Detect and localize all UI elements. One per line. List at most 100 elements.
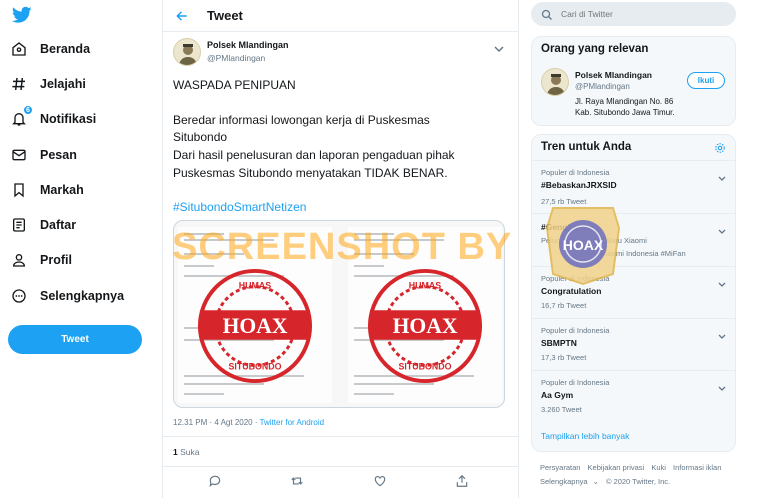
nav-label: Pesan	[40, 148, 77, 162]
hashtag-icon	[10, 75, 28, 93]
footer-link[interactable]: Kuki	[651, 463, 666, 472]
tweet-meta: 12.31 PM · 4 Agt 2020 · Twitter for Andr…	[173, 418, 324, 427]
trend-name: Aa Gym	[541, 390, 574, 400]
nav-item-beranda[interactable]: Beranda	[10, 35, 90, 63]
footer-link[interactable]: Informasi iklan	[673, 463, 721, 472]
gear-icon[interactable]	[714, 141, 726, 153]
trend-context: Populer di Indonesia	[541, 168, 610, 177]
compose-tweet-button[interactable]: Tweet	[8, 325, 142, 354]
twitter-logo-icon[interactable]	[11, 6, 32, 24]
svg-text:HOAX: HOAX	[393, 314, 458, 338]
tweet-line: Beredar informasi lowongan kerja di Pusk…	[173, 113, 430, 127]
likes-count: 1	[173, 447, 178, 457]
hoax-stamp: HOAX HUMAS SITUBONDO	[367, 268, 483, 384]
right-sidebar: Orang yang relevan Polsek Mlandingan @PM…	[519, 0, 768, 498]
nav-item-selengkapnya[interactable]: Selengkapnya	[10, 282, 124, 310]
nav-label: Markah	[40, 183, 84, 197]
nav-item-pesan[interactable]: Pesan	[10, 141, 77, 169]
hoax-stamp: HOAX HUMAS SITUBONDO	[197, 268, 313, 384]
chevron-down-icon[interactable]	[494, 40, 504, 53]
notification-badge: 6	[23, 105, 33, 115]
show-more-trends-link[interactable]: Tampilkan lebih banyak	[541, 431, 629, 441]
trends-title: Tren untuk Anda	[541, 141, 632, 153]
bell-icon: 6	[10, 105, 33, 128]
page-title: Tweet	[207, 8, 243, 23]
trend-count: 17,3 rb Tweet	[541, 353, 587, 362]
home-icon	[10, 40, 28, 58]
tweet-line: Dari hasil penelusuran dan laporan penga…	[173, 148, 455, 162]
trend-description: Peluncuran Ponsel Baru Xiaomi	[541, 236, 647, 245]
trend-item[interactable]: #Gengjagoan Peluncuran Ponsel Baru Xiaom…	[531, 213, 736, 266]
nav-label: Profil	[40, 253, 72, 267]
author-avatar[interactable]	[173, 38, 201, 66]
search-icon	[541, 8, 553, 20]
search-bar[interactable]	[531, 2, 736, 26]
trend-context: Populer di Indonesia	[541, 326, 610, 335]
hashtag-link[interactable]: #SitubondoSmartNetizen	[173, 198, 503, 216]
reply-icon[interactable]	[208, 474, 222, 488]
bookmark-icon	[10, 181, 28, 199]
trend-name: SBMPTN	[541, 338, 577, 348]
trend-name: #BebaskanJRXSID	[541, 180, 617, 190]
relevant-avatar[interactable]	[541, 68, 569, 96]
center-header: Tweet	[163, 0, 518, 32]
footer-more: Selengkapnya ⌄ © 2020 Twitter, Inc.	[540, 477, 675, 486]
relevant-people-title: Orang yang relevan	[541, 43, 649, 55]
nav-item-jelajahi[interactable]: Jelajahi	[10, 70, 86, 98]
tweet-line: Situbondo	[173, 130, 228, 144]
nav-item-markah[interactable]: Markah	[10, 176, 84, 204]
search-input[interactable]	[561, 9, 721, 19]
footer-link[interactable]: Kebijakan privasi	[588, 463, 645, 472]
nav-item-notifikasi[interactable]: 6 Notifikasi	[10, 105, 96, 133]
retweet-icon[interactable]	[290, 474, 304, 488]
trend-item[interactable]: Populer di Indonesia #BebaskanJRXSID 27,…	[531, 160, 736, 213]
like-heart-icon[interactable]	[373, 474, 387, 488]
trend-context: Populer di Indonesia	[541, 378, 610, 387]
trend-count: 16,7 rb Tweet	[541, 301, 587, 310]
relevant-handle[interactable]: @PMlandingan	[575, 82, 630, 91]
svg-text:SITUBONDO: SITUBONDO	[398, 361, 451, 371]
footer-link[interactable]: Persyaratan	[540, 463, 580, 472]
tweet-media[interactable]: HOAX HUMAS SITUBONDO HOAX HUMAS SITUBOND…	[173, 220, 505, 408]
relevant-name[interactable]: Polsek Mlandingan	[575, 70, 652, 80]
nav-label: Selengkapnya	[40, 289, 125, 303]
nav-item-daftar[interactable]: Daftar	[10, 211, 76, 239]
nav-label: Jelajahi	[40, 77, 86, 91]
copyright: © 2020 Twitter, Inc.	[605, 477, 671, 486]
author-handle[interactable]: @PMlandingan	[207, 53, 265, 63]
footer-more-link[interactable]: Selengkapnya	[540, 477, 588, 486]
tweet-source-link[interactable]: Twitter for Android	[260, 418, 324, 427]
trend-name: Congratulation	[541, 286, 602, 296]
back-arrow-icon[interactable]	[173, 7, 191, 25]
trend-item[interactable]: Populer di Indonesia SBMPTN 17,3 rb Twee…	[531, 318, 736, 370]
chevron-down-icon[interactable]	[718, 222, 726, 234]
hoax-document-image: HOAX HUMAS SITUBONDO	[178, 227, 332, 403]
nav-label: Notifikasi	[40, 112, 97, 126]
chevron-down-icon[interactable]	[718, 327, 726, 339]
trend-item[interactable]: Populer di Indonesia Congratulation 16,7…	[531, 266, 736, 318]
svg-text:SITUBONDO: SITUBONDO	[228, 361, 281, 371]
nav-item-profil[interactable]: Profil	[10, 246, 72, 274]
likes-summary[interactable]: 1 Suka	[173, 447, 199, 457]
author-name[interactable]: Polsek Mlandingan	[207, 40, 289, 50]
trend-count: 3.260 Tweet	[541, 405, 582, 414]
tweet-line: Puskesmas Situbondo menyatakan TIDAK BEN…	[173, 166, 448, 180]
share-icon[interactable]	[455, 474, 469, 488]
trend-item[interactable]: Populer di Indonesia Aa Gym 3.260 Tweet	[531, 370, 736, 422]
nav-label: Daftar	[40, 218, 77, 232]
chevron-down-icon[interactable]	[718, 169, 726, 181]
follow-button[interactable]: Ikuti	[687, 72, 725, 89]
more-icon	[10, 287, 28, 305]
svg-text:HOAX: HOAX	[223, 314, 288, 338]
tweet-detail-column: Tweet Polsek Mlandingan @PMlandingan WAS…	[162, 0, 519, 498]
tweet-timestamp[interactable]: 12.31 PM · 4 Agt 2020 ·	[173, 418, 258, 427]
likes-label: Suka	[180, 447, 200, 457]
person-icon	[10, 251, 28, 269]
divider	[163, 466, 518, 467]
chevron-down-icon[interactable]	[718, 275, 726, 287]
chevron-down-icon: ⌄	[592, 477, 599, 486]
tweet-line: WASPADA PENIPUAN	[173, 78, 296, 92]
trend-promoted-by: Xiaomi Indonesia #MiFan	[601, 249, 686, 258]
footer-links: Persyaratan Kebijakan privasi Kuki Infor…	[540, 463, 726, 472]
chevron-down-icon[interactable]	[718, 379, 726, 391]
